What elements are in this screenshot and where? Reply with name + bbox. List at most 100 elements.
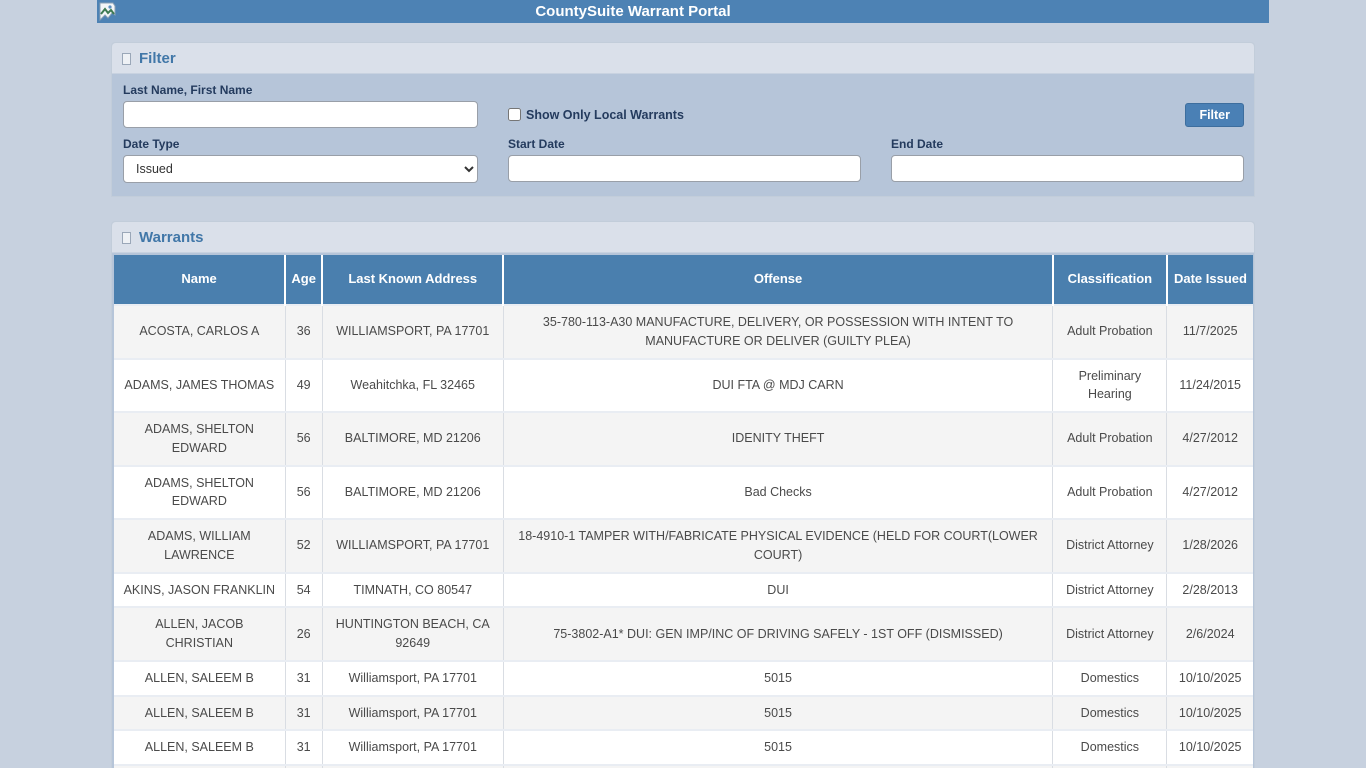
cell-offense: IDENITY THEFT bbox=[503, 412, 1052, 466]
table-row: ACOSTA, CARLOS A36WILLIAMSPORT, PA 17701… bbox=[114, 305, 1253, 359]
cell-address: BALTIMORE, MD 21206 bbox=[322, 412, 503, 466]
table-row: ADAMS, SHELTON EDWARD56BALTIMORE, MD 212… bbox=[114, 466, 1253, 520]
warrants-panel-header: Warrants bbox=[112, 222, 1254, 253]
cell-classification: Domestics bbox=[1053, 696, 1167, 731]
cell-address: TIMNATH, CO 80547 bbox=[322, 573, 503, 608]
filter-button-cell: Filter bbox=[891, 101, 1244, 128]
local-warrants-checkbox-group: Show Only Local Warrants bbox=[508, 101, 861, 128]
broken-image-icon bbox=[122, 53, 131, 65]
cell-name: ALLEN, SALEEM B bbox=[114, 661, 285, 696]
cell-classification: District Attorney bbox=[1053, 519, 1167, 573]
cell-name: ADAMS, JAMES THOMAS bbox=[114, 359, 285, 413]
table-body: ACOSTA, CARLOS A36WILLIAMSPORT, PA 17701… bbox=[114, 305, 1253, 768]
cell-name: AKINS, JASON FRANKLIN bbox=[114, 573, 285, 608]
cell-address: BALTIMORE, MD 21206 bbox=[322, 466, 503, 520]
cell-classification: Domestics bbox=[1053, 661, 1167, 696]
filter-panel: Filter Last Name, First Name Show Only L… bbox=[111, 42, 1255, 197]
cell-classification: Adult Probation bbox=[1053, 412, 1167, 466]
cell-date_issued: 11/24/2015 bbox=[1167, 359, 1253, 413]
table-row: AKINS, JASON FRANKLIN54TIMNATH, CO 80547… bbox=[114, 573, 1253, 608]
warrants-panel-title: Warrants bbox=[139, 229, 203, 246]
cell-offense: DUI bbox=[503, 573, 1052, 608]
cell-offense: DUI FTA @ MDJ CARN bbox=[503, 359, 1052, 413]
cell-age: 31 bbox=[285, 696, 322, 731]
warrants-panel-body: NameAgeLast Known AddressOffenseClassifi… bbox=[112, 253, 1254, 768]
warrants-panel: Warrants NameAgeLast Known AddressOffens… bbox=[111, 221, 1255, 768]
cell-offense: 5015 bbox=[503, 696, 1052, 731]
date-type-select[interactable]: Issued bbox=[123, 155, 478, 183]
cell-age: 54 bbox=[285, 573, 322, 608]
filter-button[interactable]: Filter bbox=[1185, 103, 1244, 127]
cell-address: Weahitchka, FL 32465 bbox=[322, 359, 503, 413]
column-header-offense: Offense bbox=[503, 255, 1052, 305]
cell-offense: 75-3802-A1* DUI: GEN IMP/INC OF DRIVING … bbox=[503, 607, 1052, 661]
cell-date_issued: 10/10/2025 bbox=[1167, 696, 1253, 731]
cell-name: ADAMS, SHELTON EDWARD bbox=[114, 412, 285, 466]
cell-date_issued: 4/27/2012 bbox=[1167, 412, 1253, 466]
cell-age: 26 bbox=[285, 607, 322, 661]
spacer bbox=[891, 83, 1244, 101]
column-header-classification: Classification bbox=[1053, 255, 1167, 305]
cell-address: Williamsport, PA 17701 bbox=[322, 661, 503, 696]
filter-panel-title: Filter bbox=[139, 50, 176, 67]
column-header-address: Last Known Address bbox=[322, 255, 503, 305]
date-type-label: Date Type bbox=[123, 137, 478, 151]
table-row: ALLEN, SALEEM B31Williamsport, PA 177015… bbox=[114, 661, 1253, 696]
cell-date_issued: 2/28/2013 bbox=[1167, 573, 1253, 608]
table-header-row: NameAgeLast Known AddressOffenseClassifi… bbox=[114, 255, 1253, 305]
start-date-input[interactable] bbox=[508, 155, 861, 182]
cell-offense: 5015 bbox=[503, 730, 1052, 765]
cell-age: 49 bbox=[285, 359, 322, 413]
table-row: ALLEN, SALEEM B31Williamsport, PA 177015… bbox=[114, 696, 1253, 731]
cell-date_issued: 1/28/2026 bbox=[1167, 519, 1253, 573]
warrants-table: NameAgeLast Known AddressOffenseClassifi… bbox=[114, 255, 1253, 768]
name-field-label: Last Name, First Name bbox=[123, 83, 478, 97]
cell-name: ACOSTA, CARLOS A bbox=[114, 305, 285, 359]
cell-classification: Preliminary Hearing bbox=[1053, 359, 1167, 413]
cell-age: 52 bbox=[285, 519, 322, 573]
cell-date_issued: 10/10/2025 bbox=[1167, 730, 1253, 765]
cell-classification: Adult Probation bbox=[1053, 305, 1167, 359]
filter-panel-header: Filter bbox=[112, 43, 1254, 74]
cell-name: ADAMS, SHELTON EDWARD bbox=[114, 466, 285, 520]
cell-name: ALLEN, SALEEM B bbox=[114, 730, 285, 765]
cell-address: WILLIAMSPORT, PA 17701 bbox=[322, 519, 503, 573]
cell-date_issued: 2/6/2024 bbox=[1167, 607, 1253, 661]
end-date-label: End Date bbox=[891, 137, 1244, 151]
cell-offense: Bad Checks bbox=[503, 466, 1052, 520]
cell-offense: 18-4910-1 TAMPER WITH/FABRICATE PHYSICAL… bbox=[503, 519, 1052, 573]
cell-address: Williamsport, PA 17701 bbox=[322, 730, 503, 765]
cell-date_issued: 11/7/2025 bbox=[1167, 305, 1253, 359]
end-date-input[interactable] bbox=[891, 155, 1244, 182]
column-header-name: Name bbox=[114, 255, 285, 305]
cell-date_issued: 4/27/2012 bbox=[1167, 466, 1253, 520]
cell-name: ADAMS, WILLIAM LAWRENCE bbox=[114, 519, 285, 573]
cell-classification: District Attorney bbox=[1053, 607, 1167, 661]
cell-address: WILLIAMSPORT, PA 17701 bbox=[322, 305, 503, 359]
table-row: ADAMS, WILLIAM LAWRENCE52WILLIAMSPORT, P… bbox=[114, 519, 1253, 573]
name-search-input[interactable] bbox=[123, 101, 478, 128]
table-row: ALLEN, SALEEM B31Williamsport, PA 177015… bbox=[114, 730, 1253, 765]
table-row: ADAMS, JAMES THOMAS49Weahitchka, FL 3246… bbox=[114, 359, 1253, 413]
cell-age: 36 bbox=[285, 305, 322, 359]
cell-age: 56 bbox=[285, 412, 322, 466]
cell-offense: 5015 bbox=[503, 661, 1052, 696]
cell-age: 31 bbox=[285, 730, 322, 765]
cell-classification: Domestics bbox=[1053, 730, 1167, 765]
page-title: CountySuite Warrant Portal bbox=[97, 3, 1169, 20]
cell-address: HUNTINGTON BEACH, CA 92649 bbox=[322, 607, 503, 661]
cell-name: ALLEN, SALEEM B bbox=[114, 696, 285, 731]
broken-image-icon bbox=[122, 232, 131, 244]
page-container: CountySuite Warrant Portal Filter Last N… bbox=[97, 0, 1269, 768]
filter-panel-body: Last Name, First Name Show Only Local Wa… bbox=[112, 74, 1254, 196]
local-warrants-label: Show Only Local Warrants bbox=[526, 108, 684, 122]
column-header-age: Age bbox=[285, 255, 322, 305]
table-row: ALLEN, JACOB CHRISTIAN26HUNTINGTON BEACH… bbox=[114, 607, 1253, 661]
column-header-date_issued: Date Issued bbox=[1167, 255, 1253, 305]
table-row: ADAMS, SHELTON EDWARD56BALTIMORE, MD 212… bbox=[114, 412, 1253, 466]
cell-address: Williamsport, PA 17701 bbox=[322, 696, 503, 731]
cell-date_issued: 10/10/2025 bbox=[1167, 661, 1253, 696]
local-warrants-checkbox[interactable] bbox=[508, 108, 521, 121]
cell-offense: 35-780-113-A30 MANUFACTURE, DELIVERY, OR… bbox=[503, 305, 1052, 359]
cell-age: 31 bbox=[285, 661, 322, 696]
